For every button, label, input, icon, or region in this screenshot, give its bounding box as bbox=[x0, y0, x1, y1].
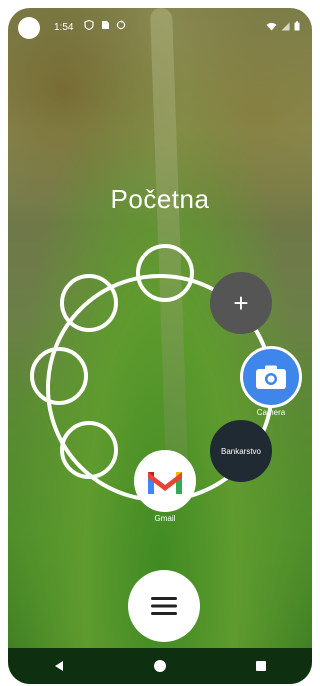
back-button[interactable] bbox=[44, 651, 74, 681]
bank-app-button[interactable]: Bankarstvo bbox=[210, 420, 272, 482]
menu-icon bbox=[151, 597, 177, 615]
home-icon bbox=[153, 660, 166, 672]
camera-app-label: Camera bbox=[256, 408, 286, 417]
empty-slot-4[interactable] bbox=[60, 421, 118, 479]
add-icon: + bbox=[233, 287, 249, 318]
home-screen: 1:54 Početna + Camera Bankarstvo Gmail bbox=[8, 8, 312, 684]
add-app-button[interactable]: + bbox=[210, 272, 272, 334]
bank-app-label: Bankarstvo bbox=[220, 446, 262, 456]
empty-slot-2[interactable] bbox=[60, 274, 118, 332]
camera-icon bbox=[256, 365, 286, 389]
gmail-app-button[interactable] bbox=[134, 450, 196, 512]
menu-button[interactable] bbox=[128, 570, 200, 642]
gmail-app-label: Gmail bbox=[154, 514, 176, 523]
recents-icon bbox=[256, 661, 267, 671]
home-button[interactable] bbox=[145, 651, 175, 681]
gmail-icon bbox=[148, 472, 182, 494]
camera-app-button[interactable] bbox=[240, 346, 302, 408]
recents-button[interactable] bbox=[246, 651, 276, 681]
navigation-bar bbox=[8, 648, 312, 684]
back-icon bbox=[54, 661, 63, 671]
empty-slot-3[interactable] bbox=[30, 347, 88, 405]
empty-slot-1[interactable] bbox=[136, 244, 194, 302]
